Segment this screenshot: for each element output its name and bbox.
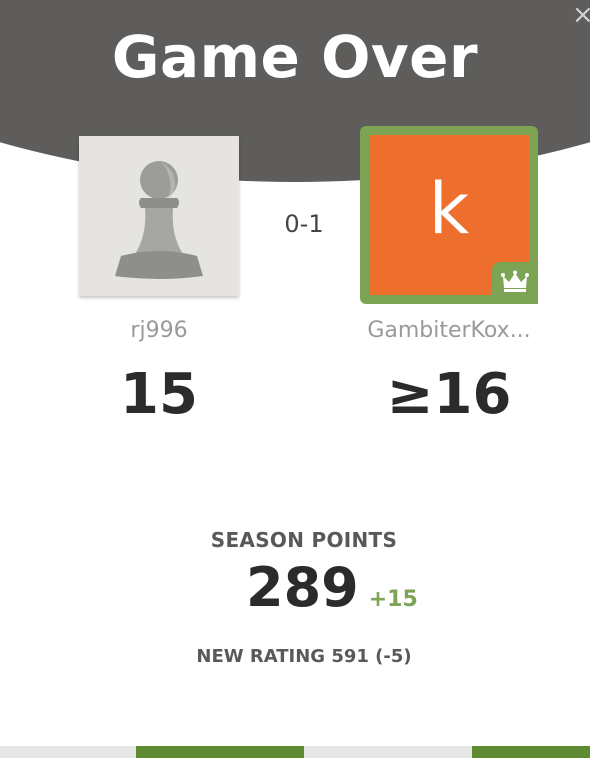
new-rating-text: NEW RATING 591 (-5) xyxy=(196,646,412,667)
pawn-icon xyxy=(115,161,203,279)
crown-icon xyxy=(501,270,529,292)
game-result-score: 0-1 xyxy=(284,210,324,238)
left-player-rating: 15 xyxy=(120,362,198,427)
season-points-label: SEASON POINTS xyxy=(210,528,398,552)
game-over-modal: Game Over × 0-1 k rj996 GambiterKox... 1… xyxy=(0,0,590,758)
left-player-username[interactable]: rj996 xyxy=(79,318,239,343)
avatar-right-player[interactable]: k xyxy=(360,126,538,304)
season-points-value: 289 xyxy=(246,556,359,619)
avatar-letter: k xyxy=(428,168,470,250)
right-player-username[interactable]: GambiterKox... xyxy=(338,318,560,343)
action-button-left[interactable] xyxy=(136,746,304,758)
close-icon[interactable]: × xyxy=(572,4,590,30)
right-player-rating: ≥16 xyxy=(386,362,512,427)
modal-title: Game Over xyxy=(111,23,479,91)
avatar-left-player[interactable] xyxy=(79,136,239,296)
premium-badge xyxy=(492,262,538,304)
season-points-delta: +15 xyxy=(368,587,418,612)
action-button-right[interactable] xyxy=(472,746,590,758)
season-points-row: 289 +15 xyxy=(246,556,418,626)
